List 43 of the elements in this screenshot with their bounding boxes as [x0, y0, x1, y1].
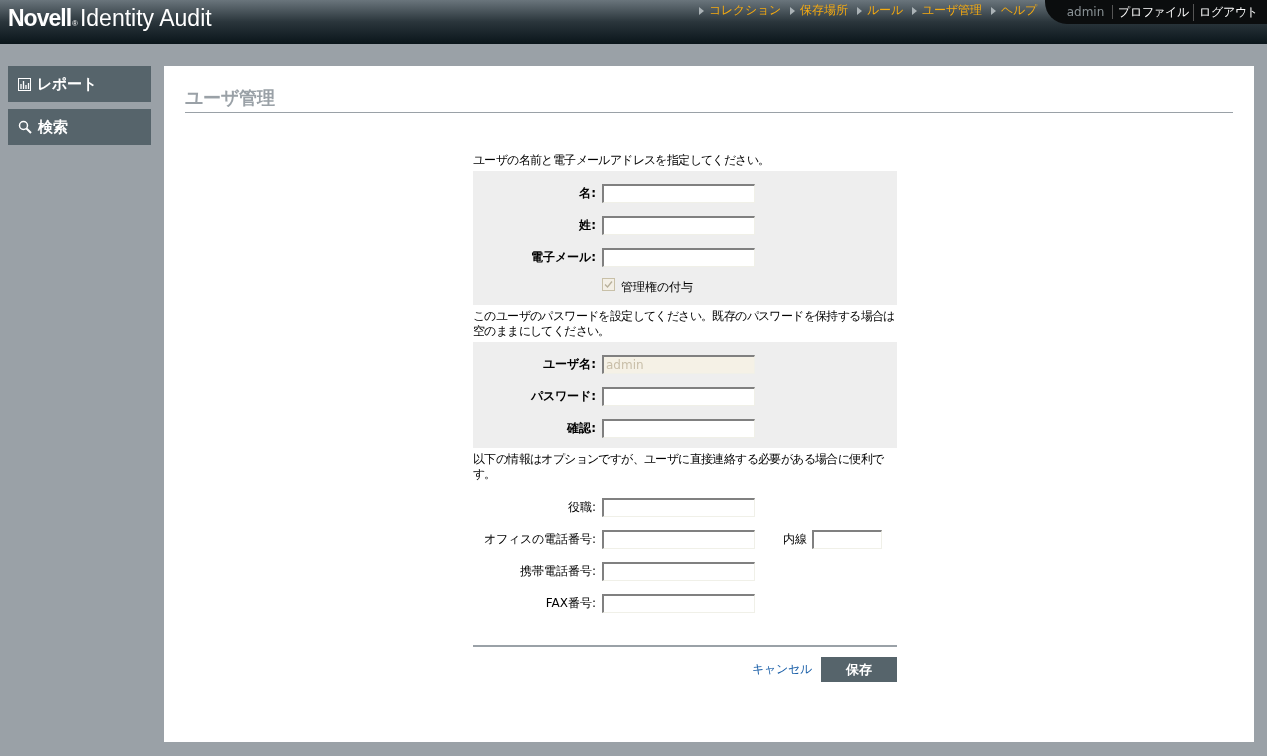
- field-label: 携帯電話番号:: [518, 562, 597, 580]
- text-field[interactable]: [602, 497, 755, 517]
- header-link[interactable]: ログアウト: [1193, 3, 1263, 21]
- field-label: オフィスの電話番号:: [482, 530, 597, 548]
- header-link[interactable]: プロファイル: [1113, 3, 1194, 21]
- field-label: 姓:: [578, 216, 597, 234]
- brand-name: Novell: [8, 5, 72, 32]
- field-label: 電子メール:: [530, 248, 597, 266]
- nav-link[interactable]: 保存場所: [790, 2, 848, 19]
- text-field[interactable]: [602, 418, 755, 438]
- field-label: パスワード:: [530, 387, 597, 405]
- field-label: 内線: [783, 530, 808, 548]
- sidebar-button[interactable]: レポート: [8, 66, 151, 102]
- page-title: ユーザ管理: [185, 86, 1233, 113]
- product-name: Identity Audit: [79, 5, 212, 32]
- instruction-text: ユーザの名前と電子メールアドレスを指定してください。: [473, 153, 771, 168]
- text-field[interactable]: [812, 529, 882, 549]
- text-field[interactable]: [602, 529, 755, 549]
- field-label: 名:: [578, 184, 597, 202]
- user-name: admin: [1066, 5, 1114, 19]
- cancel-link[interactable]: キャンセル: [752, 661, 812, 678]
- text-field[interactable]: [602, 215, 755, 235]
- field-label: 役職:: [566, 498, 597, 516]
- text-field[interactable]: [602, 183, 755, 203]
- checkbox-label: 管理権の付与: [621, 278, 693, 296]
- instruction-text: 以下の情報はオプションですが、ユーザに直接連絡する必要がある場合に便利です。: [473, 452, 885, 482]
- nav-link[interactable]: コレクション: [699, 2, 781, 19]
- save-button[interactable]: 保存: [821, 657, 897, 682]
- text-field[interactable]: [602, 386, 755, 406]
- nav-link[interactable]: ルール: [857, 2, 903, 19]
- chart-icon: [18, 77, 31, 91]
- registered-mark: ®: [72, 19, 78, 28]
- text-field[interactable]: [602, 247, 755, 267]
- instruction-text: このユーザのパスワードを設定してください。既存のパスワードを保持する場合は空のままにしてください。: [473, 309, 896, 339]
- nav-link[interactable]: ユーザ管理: [912, 2, 982, 19]
- text-field[interactable]: [602, 561, 755, 581]
- field-label: 確認:: [565, 419, 597, 437]
- search-icon: [18, 120, 32, 134]
- field-label: FAX番号:: [544, 594, 597, 612]
- field-label: ユーザ名:: [542, 355, 597, 373]
- nav-link[interactable]: ヘルプ: [991, 2, 1037, 19]
- text-field[interactable]: [602, 593, 755, 613]
- sidebar-button[interactable]: 検索: [8, 109, 151, 145]
